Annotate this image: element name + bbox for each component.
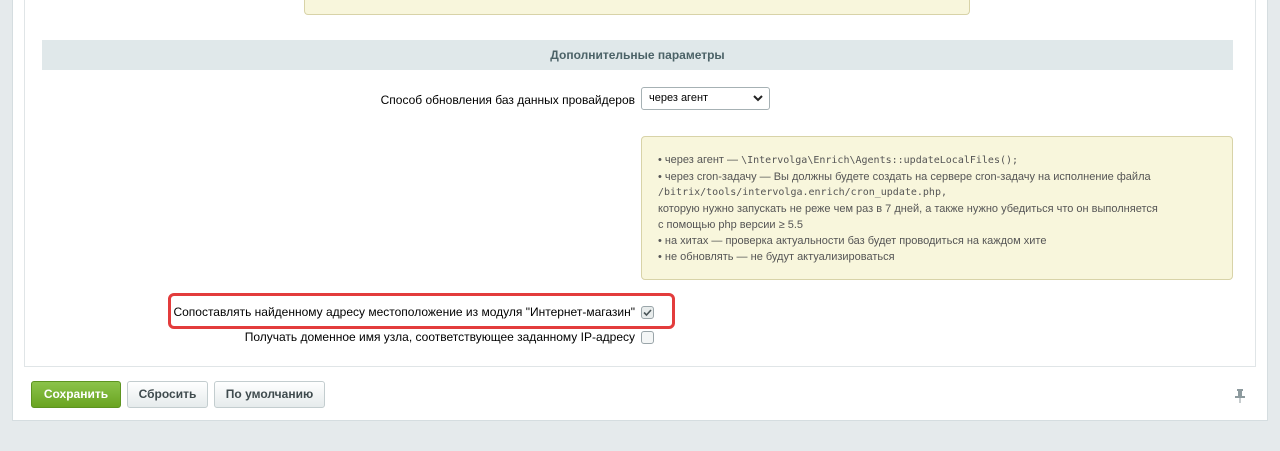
note-line-cron: • через cron-задачу — Вы должны будете с… [658, 171, 1151, 183]
resolve-hostname-label: Получать доменное имя узла, соответствую… [244, 330, 635, 344]
update-method-value: через агент [649, 92, 709, 104]
note-line-hits: • на хитах — проверка актуальности баз б… [658, 235, 1047, 247]
pin-icon[interactable] [1234, 388, 1246, 404]
section-header: Дополнительные параметры [42, 40, 1233, 70]
save-button[interactable]: Сохранить [31, 381, 121, 408]
note-line-cron-path: /bitrix/tools/intervolga.enrich/cron_upd… [658, 187, 947, 198]
update-method-label: Способ обновления баз данных провайдеров [380, 93, 635, 107]
update-method-note: • через агент — \Intervolga\Enrich\Agent… [641, 136, 1233, 280]
defaults-button[interactable]: По умолчанию [214, 381, 325, 408]
resolve-hostname-checkbox[interactable] [641, 331, 654, 344]
update-method-select[interactable]: через агент [641, 87, 770, 110]
match-location-checkbox[interactable] [641, 306, 654, 319]
note-line-agent: • через агент — \Intervolga\Enrich\Agent… [658, 154, 1019, 166]
chevron-down-icon [753, 88, 763, 117]
previous-note-box [304, 0, 970, 15]
note-line-php-version: с помощью php версии ≥ 5.5 [658, 219, 803, 231]
match-location-label: Сопоставлять найденному адресу местополо… [173, 305, 635, 319]
note-line-cron-frequency: которую нужно запускать не реже чем раз … [658, 203, 1158, 215]
reset-button[interactable]: Сбросить [127, 381, 208, 408]
note-line-no-update: • не обновлять — не будут актуализироват… [658, 251, 895, 263]
check-icon [642, 309, 653, 321]
